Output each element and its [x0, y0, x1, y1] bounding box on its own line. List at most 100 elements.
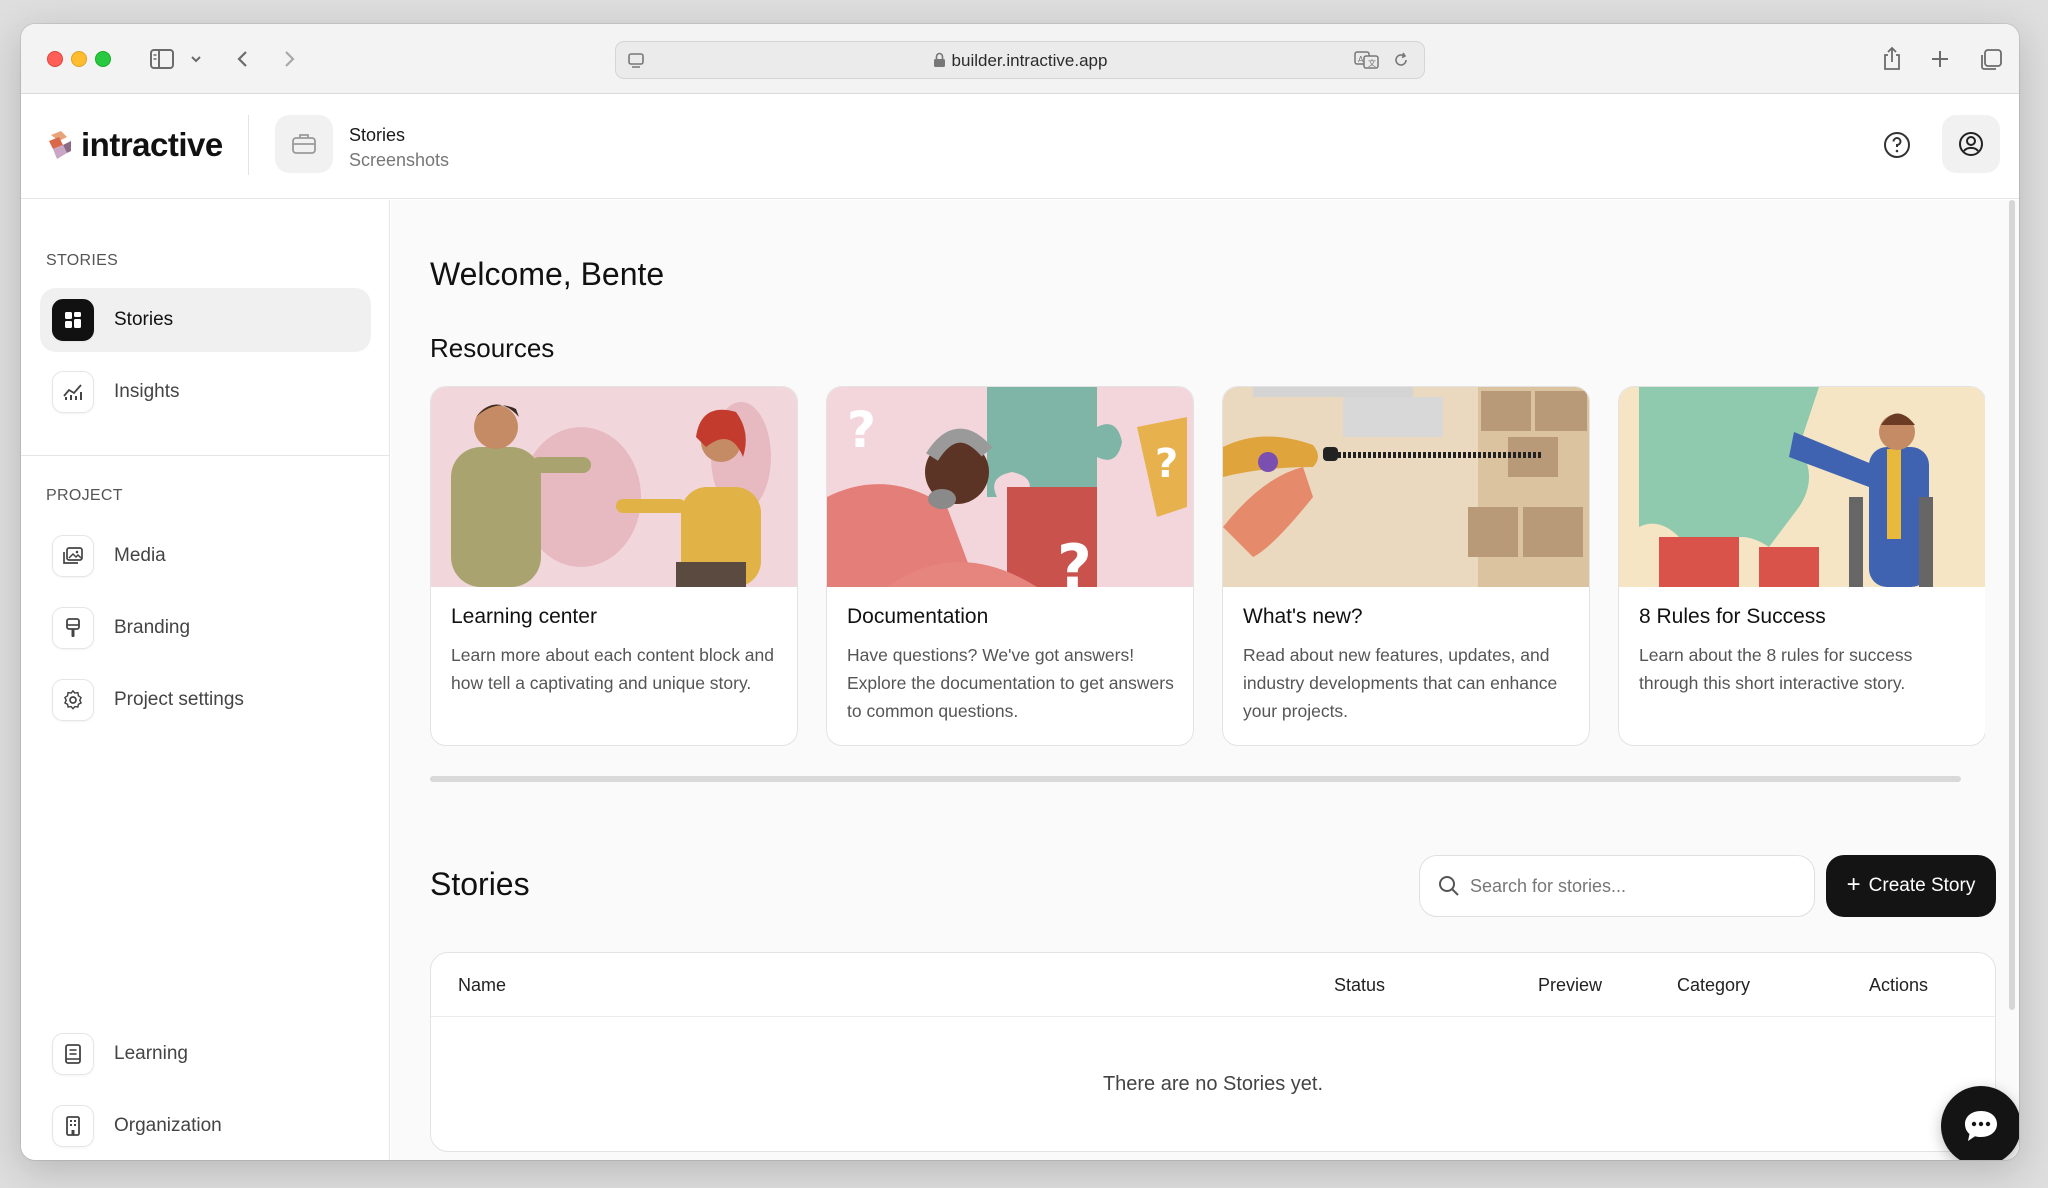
main-content: Welcome, Bente Resources Learning center… — [391, 200, 2019, 1160]
column-header-status[interactable]: Status — [1334, 975, 1385, 996]
translate-icon[interactable]: A文 — [1354, 50, 1380, 75]
welcome-heading: Welcome, Bente — [430, 256, 665, 292]
close-window-button[interactable] — [47, 51, 63, 67]
sidebar-item-label: Branding — [114, 617, 191, 638]
resource-card-title: 8 Rules for Success — [1639, 605, 1826, 628]
briefcase-icon — [292, 134, 316, 154]
breadcrumb-title[interactable]: Stories — [349, 125, 405, 146]
create-story-label: Create Story — [1868, 875, 1976, 896]
url-text: builder.intractive.app — [951, 51, 1108, 70]
stories-search[interactable] — [1419, 855, 1815, 917]
user-icon — [1959, 132, 1983, 156]
resource-card-8-rules[interactable]: 8 Rules for Success Learn about the 8 ru… — [1618, 386, 1985, 746]
help-button[interactable] — [1873, 121, 1921, 169]
share-icon[interactable] — [1881, 46, 1903, 72]
sidebar-item-insights[interactable]: Insights — [40, 360, 371, 424]
browser-toolbar: builder.intractive.app A文 — [21, 24, 2019, 94]
sidebar-item-label: Insights — [114, 381, 180, 402]
resource-card-whats-new[interactable]: What's new? Read about new features, upd… — [1222, 386, 1590, 746]
documentation-illustration: ? ? ? — [827, 387, 1193, 587]
resource-card-description: Learn more about each content block and … — [451, 645, 774, 693]
tab-overview-icon[interactable] — [1979, 46, 2003, 72]
logo-text: intractive — [81, 126, 223, 163]
resource-card-documentation[interactable]: ? ? ? Documentation Have questions? We'v… — [826, 386, 1194, 746]
sidebar-item-branding[interactable]: Branding — [40, 596, 371, 660]
sidebar: STORIES Stories Insights PROJECT Media B… — [21, 200, 390, 1160]
resource-card-description: Have questions? We've got answers! Explo… — [847, 645, 1174, 721]
grid-icon — [52, 299, 94, 341]
column-header-name[interactable]: Name — [458, 975, 506, 996]
help-icon — [1884, 132, 1910, 158]
column-header-actions[interactable]: Actions — [1869, 975, 1928, 996]
zoom-window-button[interactable] — [95, 51, 111, 67]
svg-text:?: ? — [847, 401, 876, 459]
resource-card-title: What's new? — [1243, 605, 1363, 628]
project-switcher[interactable] — [275, 115, 333, 173]
user-menu-button[interactable] — [1942, 115, 2000, 173]
resource-card-learning-center[interactable]: Learning center Learn more about each co… — [430, 386, 798, 746]
sidebar-toggle-icon[interactable] — [149, 46, 175, 72]
app-header: intractive Stories Screenshots — [21, 95, 2019, 199]
whats-new-illustration — [1223, 387, 1589, 587]
sidebar-item-learning[interactable]: Learning — [40, 1022, 371, 1086]
column-header-category[interactable]: Category — [1677, 975, 1750, 996]
resource-card-title: Learning center — [451, 605, 597, 628]
minimize-window-button[interactable] — [71, 51, 87, 67]
new-tab-icon[interactable] — [1929, 46, 1951, 72]
chart-icon — [52, 371, 94, 413]
learning-center-illustration — [431, 387, 797, 587]
column-header-preview[interactable]: Preview — [1538, 975, 1602, 996]
chat-button[interactable] — [1941, 1086, 2019, 1160]
resources-heading: Resources — [430, 333, 555, 363]
svg-text:A: A — [1358, 55, 1364, 64]
empty-state-text: There are no Stories yet. — [1102, 1073, 1324, 1095]
sidebar-item-label: Project settings — [114, 689, 244, 710]
back-icon[interactable] — [233, 46, 253, 72]
resource-card-description: Learn about the 8 rules for success thro… — [1639, 645, 1913, 693]
reload-icon[interactable] — [1392, 51, 1410, 74]
sidebar-section-stories: STORIES — [46, 252, 119, 269]
sidebar-item-organization[interactable]: Organization — [40, 1094, 371, 1158]
sidebar-item-project-settings[interactable]: Project settings — [40, 668, 371, 732]
sidebar-divider — [21, 455, 390, 456]
table-header: Name Status Preview Category Actions — [431, 953, 1995, 1017]
paint-roller-icon — [52, 607, 94, 649]
chat-bubble-icon — [1965, 1111, 1997, 1141]
rules-for-success-illustration — [1619, 387, 1985, 587]
logo[interactable]: intractive — [45, 125, 223, 165]
building-icon — [52, 1105, 94, 1147]
search-icon — [1438, 875, 1460, 902]
stories-table: Name Status Preview Category Actions The… — [430, 952, 1996, 1152]
chevron-down-icon[interactable] — [189, 46, 203, 72]
browser-window: builder.intractive.app A文 intractive Sto… — [21, 24, 2019, 1160]
address-bar[interactable]: builder.intractive.app A文 — [615, 41, 1425, 79]
svg-text:?: ? — [1155, 441, 1178, 487]
sidebar-section-project: PROJECT — [46, 487, 123, 504]
sidebar-item-label: Stories — [114, 309, 174, 330]
forward-icon[interactable] — [279, 46, 299, 72]
resource-card-description: Read about new features, updates, and in… — [1243, 645, 1558, 721]
stories-heading: Stories — [430, 866, 530, 902]
logo-mark-icon — [49, 131, 71, 159]
lock-icon — [933, 52, 946, 73]
svg-text:文: 文 — [1368, 58, 1376, 68]
sidebar-item-media[interactable]: Media — [40, 524, 371, 588]
resource-card-title: Documentation — [847, 605, 989, 628]
main-scrollbar[interactable] — [2009, 200, 2015, 1010]
url-display: builder.intractive.app — [616, 51, 1424, 73]
sidebar-item-label: Organization — [114, 1115, 222, 1136]
search-input[interactable] — [1470, 870, 1790, 902]
breadcrumb-subtitle[interactable]: Screenshots — [349, 150, 449, 171]
svg-text:?: ? — [1057, 532, 1092, 587]
resources-carousel: Learning center Learn more about each co… — [430, 386, 1985, 746]
sidebar-item-label: Media — [114, 545, 166, 566]
gear-icon — [52, 679, 94, 721]
header-divider — [248, 115, 249, 175]
plus-icon: + — [1846, 871, 1861, 898]
book-icon — [52, 1033, 94, 1075]
image-icon — [52, 535, 94, 577]
sidebar-item-label: Learning — [114, 1043, 188, 1064]
sidebar-item-stories[interactable]: Stories — [40, 288, 371, 352]
resources-scrollbar[interactable] — [430, 776, 1961, 782]
create-story-button[interactable]: + Create Story — [1826, 855, 1996, 917]
